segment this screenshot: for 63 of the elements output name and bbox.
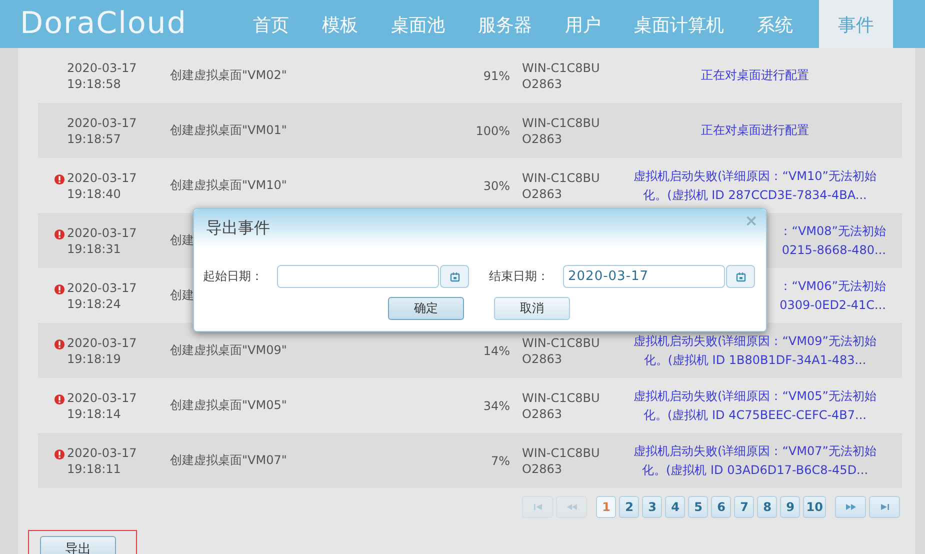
page-button[interactable]: 3 xyxy=(642,496,662,518)
event-message: 虚拟机启动失败(详细原因：“VM07”无法初始 化。(虚拟机 ID 03AD6D17-B6C8-45D... xyxy=(634,444,876,476)
next-page-button[interactable] xyxy=(835,496,866,518)
event-name: 创建 xyxy=(170,287,195,304)
calendar-icon xyxy=(736,272,746,282)
event-host: WIN-C1C8BU O2863 xyxy=(522,390,601,422)
event-host: WIN-C1C8BU O2863 xyxy=(522,60,601,92)
double-triangle-icon xyxy=(564,503,579,511)
last-page-button[interactable] xyxy=(869,496,900,518)
end-date-field[interactable]: 2020-03-17 xyxy=(563,265,725,288)
event-percentage: 100% xyxy=(474,124,511,138)
event-percentage: 14% xyxy=(482,344,511,358)
event-message: ：“VM08”无法初始 0215-8668-480... xyxy=(780,224,886,256)
event-time: 2020-03-17 19:18:58 xyxy=(67,60,138,92)
event-time: 2020-03-17 19:18:24 xyxy=(67,280,138,312)
double-triangle-icon xyxy=(844,503,858,511)
nav-tab[interactable]: 事件 xyxy=(819,0,893,48)
event-time: 2020-03-17 19:18:31 xyxy=(67,224,138,256)
start-date-field[interactable] xyxy=(277,265,439,288)
event-message: 虚拟机启动失败(详细原因：“VM05”无法初始 化。(虚拟机 ID 4C75BEEC-CEFC-4B7... xyxy=(634,388,876,422)
page-button[interactable]: 8 xyxy=(757,496,778,518)
page-button[interactable]: 9 xyxy=(780,496,800,518)
event-message: 虚拟机启动失败(详细原因：“VM09”无法初始 化。(虚拟机 ID 1B80B1DF-34A1-483... xyxy=(634,334,876,366)
event-message: ：“VM06”无法初始 0309-0ED2-41C... xyxy=(780,278,886,312)
event-time: 2020-03-17 19:18:40 xyxy=(67,170,138,202)
field-label: 结束日期： xyxy=(489,268,550,285)
event-host: WIN-C1C8BU O2863 xyxy=(522,170,601,202)
event-name: 创建虚拟桌面"VM05" xyxy=(170,397,288,414)
event-time: 2020-03-17 19:18:57 xyxy=(67,114,138,146)
cancel-button[interactable]: 取消 xyxy=(494,297,570,320)
event-name: 创建 xyxy=(170,232,195,249)
calendar-icon xyxy=(450,272,460,282)
event-name: 创建虚拟桌面"VM10" xyxy=(170,177,288,194)
event-time: 2020-03-17 19:18:19 xyxy=(67,334,138,366)
event-time: 2020-03-17 19:18:11 xyxy=(67,444,138,476)
event-percentage: 7% xyxy=(490,454,511,468)
event-message: 正在对桌面进行配置 xyxy=(701,123,809,137)
event-message: 虚拟机启动失败(详细原因：“VM10”无法初始 化。(虚拟机 ID 287CCD3E-7834-4BA... xyxy=(634,168,876,202)
event-percentage: 34% xyxy=(482,398,511,412)
page-button[interactable]: 6 xyxy=(711,496,732,518)
page-button[interactable]: 7 xyxy=(734,496,754,518)
event-time: 2020-03-17 19:18:14 xyxy=(67,390,138,422)
page-button[interactable]: 4 xyxy=(665,496,686,518)
confirm-button[interactable]: 确定 xyxy=(388,297,464,320)
event-name: 创建虚拟桌面"VM07" xyxy=(170,452,288,469)
field-label: 起始日期： xyxy=(203,268,264,285)
event-name: 创建虚拟桌面"VM09" xyxy=(170,342,288,359)
event-name: 创建虚拟桌面"VM01" xyxy=(170,122,288,139)
event-name: 创建虚拟桌面"VM02" xyxy=(170,67,288,84)
event-message: 正在对桌面进行配置 xyxy=(701,68,809,82)
dialog-title: 导出事件 xyxy=(206,218,270,238)
event-host: WIN-C1C8BU O2863 xyxy=(522,334,601,366)
page-button[interactable]: 10 xyxy=(803,496,826,518)
page-button[interactable]: 5 xyxy=(688,496,708,518)
calendar-button[interactable] xyxy=(440,265,469,288)
event-percentage: 30% xyxy=(482,178,511,192)
event-host: WIN-C1C8BU O2863 xyxy=(522,444,601,476)
event-host: WIN-C1C8BU O2863 xyxy=(522,114,601,146)
calendar-button[interactable] xyxy=(726,265,755,288)
event-percentage: 91% xyxy=(482,68,511,82)
logo: DoraCloud xyxy=(19,5,188,43)
page-button[interactable]: 1 xyxy=(596,496,616,518)
page-button[interactable]: 2 xyxy=(619,496,640,518)
